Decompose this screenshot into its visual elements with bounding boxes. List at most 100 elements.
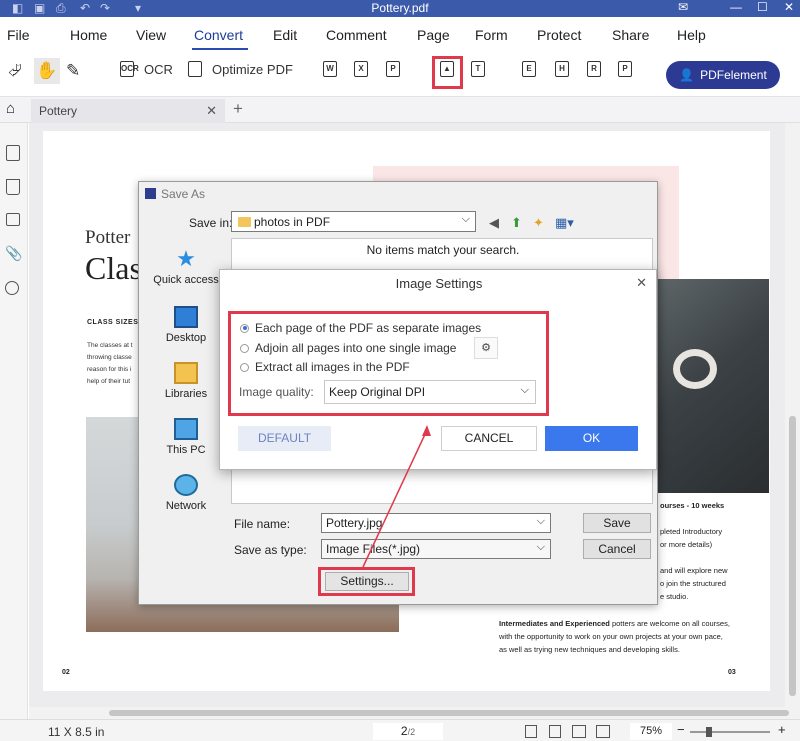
menu-page[interactable]: Page <box>417 27 450 43</box>
maximize-icon[interactable]: ☐ <box>757 0 768 14</box>
quality-select[interactable]: Keep Original DPI ⌵ <box>324 380 536 404</box>
body-line: throwing classe <box>87 354 132 361</box>
page-size: 11 X 8.5 in <box>48 725 105 739</box>
file-name-input[interactable]: Pottery.jpg ⌵ <box>321 513 551 533</box>
right-text-line: e studio. <box>660 592 689 601</box>
menu-home[interactable]: Home <box>70 27 107 43</box>
right-paragraph-line2: with the opportunity to work on your own… <box>499 632 723 641</box>
view-menu-icon[interactable]: ▦▾ <box>555 215 574 231</box>
zoom-input[interactable]: 75% <box>630 723 672 740</box>
menu-comment[interactable]: Comment <box>326 27 387 43</box>
menu-share[interactable]: Share <box>612 27 649 43</box>
horizontal-scrollbar[interactable] <box>29 707 789 719</box>
active-menu-indicator <box>192 48 248 50</box>
hand-tool-icon[interactable]: ✋ <box>34 58 60 84</box>
place-desktop[interactable]: Desktop <box>147 306 225 344</box>
pdfelement-account-button[interactable]: 👤 PDFelement <box>666 61 780 89</box>
attachment-icon[interactable]: 📎 <box>5 245 22 262</box>
close-window-icon[interactable]: ✕ <box>784 0 794 14</box>
back-icon[interactable]: ◀ <box>489 215 499 231</box>
two-page-icon[interactable] <box>572 725 586 738</box>
cancel-button[interactable]: Cancel <box>583 539 651 559</box>
to-pdfa-icon[interactable]: P <box>618 61 632 77</box>
two-page-continuous-icon[interactable] <box>596 725 610 738</box>
body-line: The classes at t <box>87 342 133 349</box>
menu-form[interactable]: Form <box>475 27 508 43</box>
to-rtf-icon[interactable]: R <box>587 61 601 77</box>
menu-bar: File Home View Convert Edit Comment Page… <box>0 17 800 53</box>
menu-edit[interactable]: Edit <box>273 27 297 43</box>
bookmark-icon[interactable] <box>6 179 20 195</box>
place-libraries[interactable]: Libraries <box>147 362 225 400</box>
optimize-pdf-button[interactable]: Optimize PDF <box>188 61 293 77</box>
image-settings-title: Image Settings <box>395 276 483 291</box>
menu-file[interactable]: File <box>7 27 30 43</box>
option-label: Each page of the PDF as separate images <box>255 321 482 335</box>
place-this-pc[interactable]: This PC <box>147 418 225 456</box>
right-paragraph-bold: Intermediates and Experienced <box>499 619 610 628</box>
single-page-icon[interactable] <box>525 725 537 738</box>
place-network[interactable]: Network <box>147 474 225 512</box>
zoom-out-icon[interactable]: − <box>677 722 685 737</box>
place-label: Libraries <box>164 388 208 400</box>
section-header: CLASS SIZES <box>87 319 139 326</box>
quality-value: Keep Original DPI <box>329 385 426 399</box>
to-text-icon[interactable]: T <box>471 61 485 77</box>
new-tab-icon[interactable]: + <box>233 99 243 119</box>
edit-tool-icon[interactable]: ✎ <box>66 61 80 81</box>
ocr-button[interactable]: OCR OCR <box>120 61 173 77</box>
menu-protect[interactable]: Protect <box>537 27 581 43</box>
save-button[interactable]: Save <box>583 513 651 533</box>
body-line: help of their tut <box>87 378 130 385</box>
tab-pottery[interactable]: Pottery ✕ <box>31 99 225 123</box>
zoom-slider-knob[interactable] <box>706 727 712 737</box>
select-tool-icon[interactable]: ⮰ <box>8 61 22 81</box>
option-separate-images[interactable]: Each page of the PDF as separate images <box>240 321 481 335</box>
continuous-icon[interactable] <box>549 725 561 738</box>
minimize-icon[interactable]: — <box>730 0 742 14</box>
zoom-slider[interactable] <box>690 727 770 737</box>
comment-icon[interactable] <box>6 213 20 226</box>
save-type-select[interactable]: Image Files(*.jpg) ⌵ <box>321 539 551 559</box>
home-icon[interactable]: ⌂ <box>6 100 15 117</box>
new-folder-icon[interactable]: ✦ <box>533 215 544 231</box>
save-type-value: Image Files(*.jpg) <box>326 542 421 556</box>
settings-highlight <box>318 567 415 596</box>
search-icon[interactable] <box>5 281 19 295</box>
menu-view[interactable]: View <box>136 27 166 43</box>
tab-label: Pottery <box>39 104 78 118</box>
option-single-image[interactable]: Adjoin all pages into one single image <box>240 341 456 355</box>
network-icon <box>174 474 198 496</box>
thumbnails-icon[interactable] <box>6 145 20 161</box>
to-excel-icon[interactable]: X <box>354 61 368 77</box>
to-ppt-icon[interactable]: P <box>386 61 400 77</box>
menu-help[interactable]: Help <box>677 27 706 43</box>
image-cancel-button[interactable]: CANCEL <box>441 426 537 451</box>
to-epub-icon[interactable]: E <box>522 61 536 77</box>
close-icon[interactable]: ✕ <box>636 275 647 291</box>
close-tab-icon[interactable]: ✕ <box>206 103 217 119</box>
body-line: reason for this i <box>87 366 132 373</box>
page-number-left: 02 <box>62 669 70 676</box>
menu-convert[interactable]: Convert <box>194 27 243 43</box>
save-in-combobox[interactable]: photos in PDF ⌵ <box>231 211 476 232</box>
place-quick-access[interactable]: ★ Quick access <box>147 248 225 287</box>
option-extract-images[interactable]: Extract all images in the PDF <box>240 360 410 374</box>
mail-icon[interactable]: ✉ <box>678 0 688 14</box>
user-icon: 👤 <box>679 68 695 82</box>
page-indicator[interactable]: 2/2 <box>373 723 443 740</box>
zoom-in-icon[interactable]: + <box>778 722 786 737</box>
gear-icon[interactable]: ⚙ <box>474 337 498 359</box>
computer-icon <box>174 418 198 440</box>
folder-icon <box>238 217 251 227</box>
quality-label: Image quality: <box>239 385 314 399</box>
default-button[interactable]: DEFAULT <box>238 426 331 451</box>
to-word-icon[interactable]: W <box>323 61 337 77</box>
option-label: Adjoin all pages into one single image <box>255 341 457 355</box>
current-page: 2 <box>400 724 408 738</box>
to-html-icon[interactable]: H <box>555 61 569 77</box>
up-folder-icon[interactable]: ⬆ <box>511 215 522 231</box>
optimize-icon <box>188 61 202 77</box>
ok-button[interactable]: OK <box>545 426 638 451</box>
vertical-scrollbar[interactable] <box>785 123 800 719</box>
